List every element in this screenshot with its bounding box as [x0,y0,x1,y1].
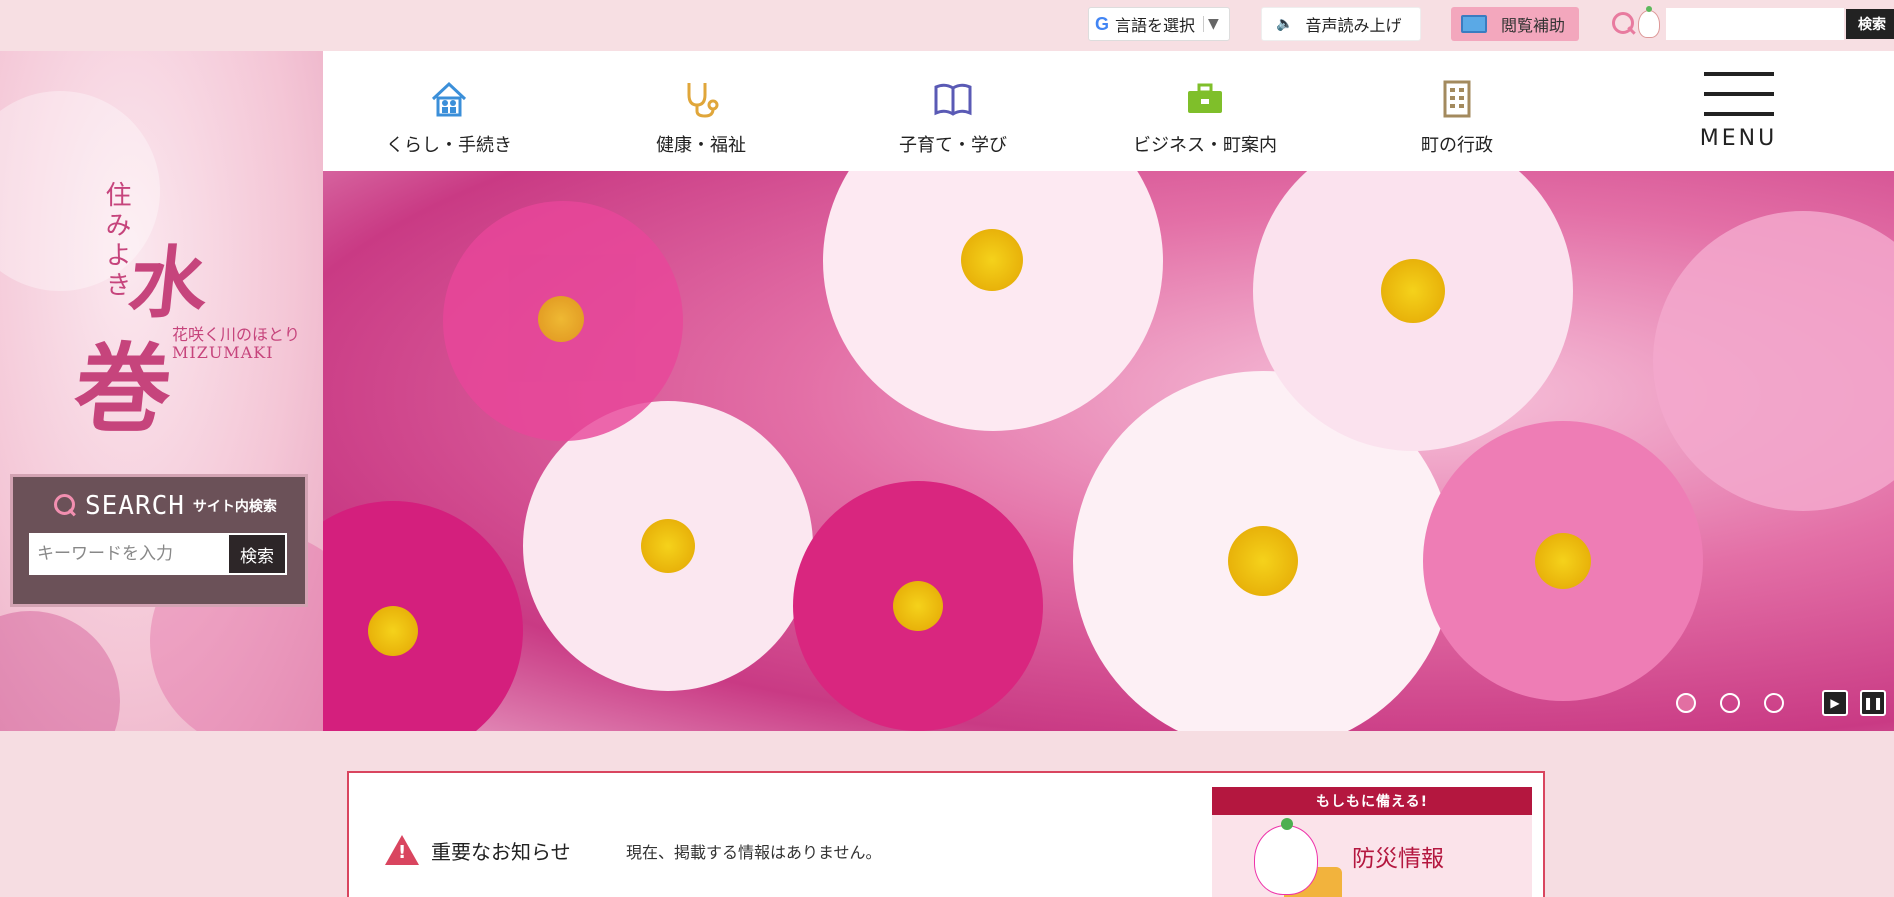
nav-label: 町の行政 [1421,135,1493,156]
cosmos-flower [1653,211,1894,511]
notice-title-text: 重要なお知らせ [431,839,571,864]
nav-label: 健康・福祉 [656,135,746,156]
dropdown-arrow-icon: ▼ [1203,16,1219,32]
language-label: 言語を選択 [1115,16,1196,35]
house-family-icon [431,81,467,117]
site-search-button[interactable]: 検索 [227,533,287,575]
voice-label: 音声読み上げ [1305,16,1402,35]
speaker-icon: 🔈 [1276,16,1294,32]
slider-dots [1676,693,1784,713]
slider-dot[interactable] [1764,693,1784,713]
cosmos-flower [823,171,1163,431]
stethoscope-icon [687,83,719,118]
site-search-subtitle: サイト内検索 [192,499,277,515]
pause-button[interactable]: ❚❚ [1860,690,1886,716]
important-notice: 重要なお知らせ 現在、掲載する情報はありません。 もしもに備える! 防災情報 [347,771,1545,897]
voice-reader-button[interactable]: 🔈 音声読み上げ [1261,7,1421,41]
logo-english: MIZUMAKI [172,343,274,362]
disaster-banner-header: もしもに備える! [1212,787,1532,815]
hero-slider-image [323,171,1894,731]
nav-label: くらし・手続き [386,135,512,156]
main-nav: くらし・手続き 健康・福祉 子育て・学び ビジネス・町案内 町の行政 MENU [323,51,1894,171]
slider-dot[interactable] [1720,693,1740,713]
menu-button[interactable]: MENU [1583,51,1894,171]
monitor-icon [1461,15,1487,33]
building-icon [1443,80,1471,118]
disaster-info-banner[interactable]: もしもに備える! 防災情報 [1212,787,1532,897]
site-search-row: 検索 [29,533,289,575]
assist-label: 閲覧補助 [1501,16,1566,35]
warning-icon [385,835,419,865]
logo-tagline: 花咲く川のほとり [172,325,301,344]
language-select-button[interactable]: G 言語を選択 ▼ [1088,7,1230,41]
cosmos-flower [1423,421,1703,701]
background-petal [0,611,120,731]
slider-dot[interactable] [1676,693,1696,713]
cosmos-flower [443,201,683,441]
site-search-header: SEARCH サイト内検索 [53,491,289,521]
menu-label: MENU [1699,125,1778,151]
hamburger-icon [1703,71,1774,116]
nav-item-childcare[interactable]: 子育て・学び [827,51,1079,171]
nav-item-living[interactable]: くらし・手続き [323,51,575,171]
cosmos-flower [793,481,1043,731]
utility-bar: G 言語を選択 ▼ 🔈 音声読み上げ 閲覧補助 検索 [0,0,1894,51]
top-search-button[interactable]: 検索 [1846,9,1894,39]
google-icon: G [1095,13,1110,34]
nav-label: ビジネス・町案内 [1133,135,1277,156]
nav-item-administration[interactable]: 町の行政 [1331,51,1583,171]
play-button[interactable]: ▶ [1822,690,1848,716]
book-icon [934,83,972,116]
logo-kanji-maki: 巻 [69,332,178,445]
search-icon [1610,10,1638,38]
cosmos-flower [323,501,523,731]
site-search-box: SEARCH サイト内検索 検索 [10,474,308,607]
briefcase-icon [1188,83,1222,113]
top-search-input[interactable] [1666,8,1844,40]
search-icon [53,493,79,519]
site-search-title: SEARCH [85,491,185,521]
site-logo[interactable]: 住みよき 水 巻 花咲く川のほとり MIZUMAKI [69,181,310,481]
keyword-input[interactable] [29,533,227,575]
cosmos-flower [523,401,813,691]
disaster-banner-title: 防災情報 [1352,846,1444,872]
nav-item-business[interactable]: ビジネス・町案内 [1079,51,1331,171]
notice-title: 重要なお知らせ [385,835,571,865]
browsing-assist-button[interactable]: 閲覧補助 [1451,7,1579,41]
nav-label: 子育て・学び [899,135,1007,156]
logo-panel: 住みよき 水 巻 花咲く川のほとり MIZUMAKI SEARCH サイト内検索… [0,51,323,731]
top-search: 検索 [1610,6,1894,42]
mascot-icon [1254,818,1318,895]
nav-item-health[interactable]: 健康・福祉 [575,51,827,171]
mascot-icon [1638,6,1660,38]
notice-message: 現在、掲載する情報はありません。 [626,843,882,862]
